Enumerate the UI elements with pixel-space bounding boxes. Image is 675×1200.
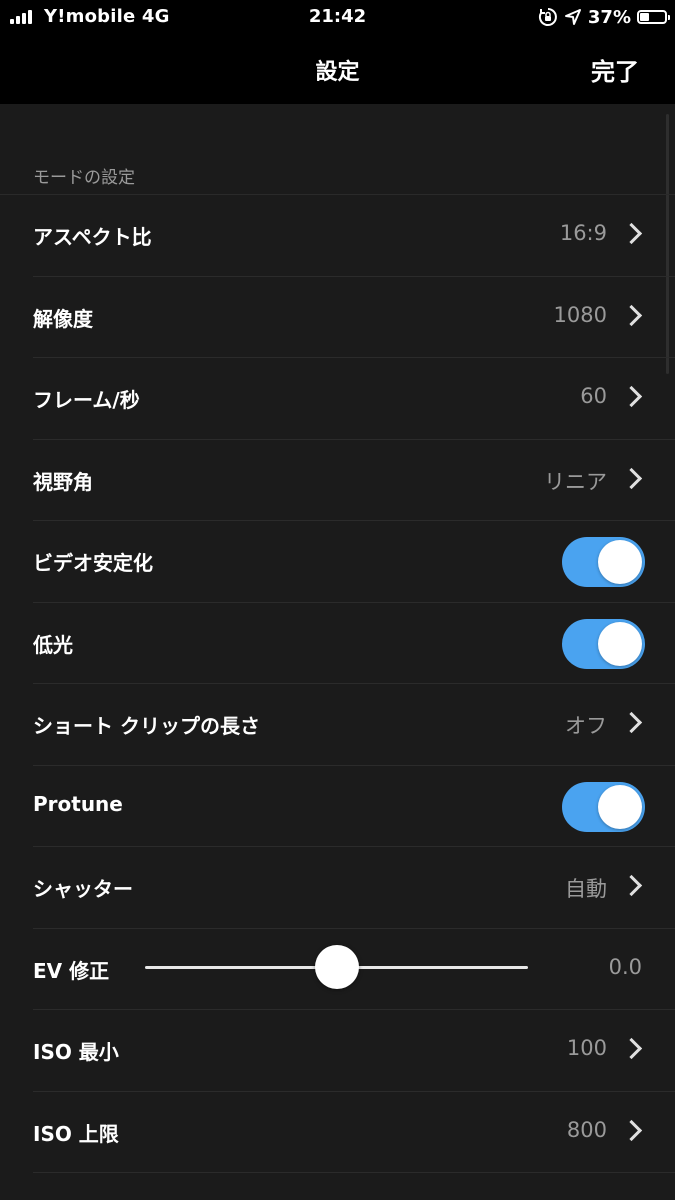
short-clip-length-row[interactable]: ショート クリップの長さ オフ: [0, 684, 675, 766]
chevron-right-icon: [620, 874, 643, 897]
row-label: アスペクト比: [33, 225, 152, 249]
row-label: シャッター: [33, 877, 133, 901]
iso-min-row[interactable]: ISO 最小 100: [0, 1010, 675, 1092]
resolution-row[interactable]: 解像度 1080: [0, 277, 675, 359]
ev-value: 0.0: [608, 954, 642, 979]
row-value: 60: [580, 384, 607, 408]
iso-max-row[interactable]: ISO 上限 800: [0, 1092, 675, 1174]
chevron-right-icon: [620, 711, 643, 734]
row-value: 800: [566, 1117, 607, 1142]
row-value: オフ: [565, 714, 607, 738]
frame-rate-row[interactable]: フレーム/秒 60: [0, 358, 675, 440]
row-label: フレーム/秒: [33, 388, 140, 412]
row-value: 100: [566, 1036, 607, 1060]
ev-slider-thumb[interactable]: [314, 944, 359, 989]
location-icon: [564, 9, 581, 25]
row-value: 16:9: [559, 221, 607, 245]
aspect-ratio-row[interactable]: アスペクト比 16:9: [0, 195, 675, 277]
settings-list[interactable]: モードの設定 アスペクト比 16:9 解像度 1080 フレーム/秒 60 視野…: [0, 104, 675, 1200]
section-header: モードの設定: [33, 168, 135, 188]
row-label: EV 修正: [33, 958, 110, 983]
settings-rows: アスペクト比 16:9 解像度 1080 フレーム/秒 60 視野角 リニア ビ…: [0, 195, 675, 1173]
toggle-knob: [598, 784, 642, 829]
low-light-row: 低光: [0, 603, 675, 685]
battery-percent: 37%: [587, 6, 631, 28]
battery-icon: [637, 10, 670, 24]
chevron-right-icon: [620, 304, 643, 326]
low-light-toggle[interactable]: [562, 618, 645, 669]
row-label: ショート クリップの長さ: [33, 714, 260, 738]
row-value: 1080: [553, 302, 607, 327]
row-label: ISO 最小: [33, 1040, 119, 1064]
row-value: 自動: [565, 877, 607, 901]
protune-toggle[interactable]: [562, 781, 645, 832]
status-right: 37%: [538, 5, 670, 29]
toggle-knob: [598, 621, 642, 666]
chevron-right-icon: [620, 222, 643, 245]
protune-row: Protune: [0, 766, 675, 848]
row-label: ISO 上限: [33, 1121, 119, 1146]
status-bar: Y!mobile 4G 21:42 37%: [0, 0, 675, 34]
toggle-knob: [598, 540, 642, 584]
chevron-right-icon: [620, 385, 643, 408]
video-stabilization-row: ビデオ安定化: [0, 521, 675, 603]
row-label: 視野角: [33, 469, 93, 494]
row-label: 低光: [33, 632, 73, 657]
ev-correction-row: EV 修正 0.0: [0, 929, 675, 1011]
orientation-lock-icon: [538, 8, 557, 26]
row-label: 解像度: [33, 306, 93, 331]
chevron-right-icon: [620, 1119, 643, 1141]
page-title: 設定: [315, 60, 360, 85]
navigation-bar: 設定 完了: [0, 34, 675, 104]
row-value: リニア: [544, 469, 607, 494]
field-of-view-row[interactable]: 視野角 リニア: [0, 440, 675, 522]
video-stabilization-toggle[interactable]: [562, 537, 645, 587]
shutter-row[interactable]: シャッター 自動: [0, 847, 675, 929]
row-label: ビデオ安定化: [33, 551, 153, 575]
chevron-right-icon: [620, 467, 643, 489]
done-button[interactable]: 完了: [591, 52, 639, 87]
row-label: Protune: [33, 791, 123, 816]
chevron-right-icon: [620, 1037, 643, 1060]
